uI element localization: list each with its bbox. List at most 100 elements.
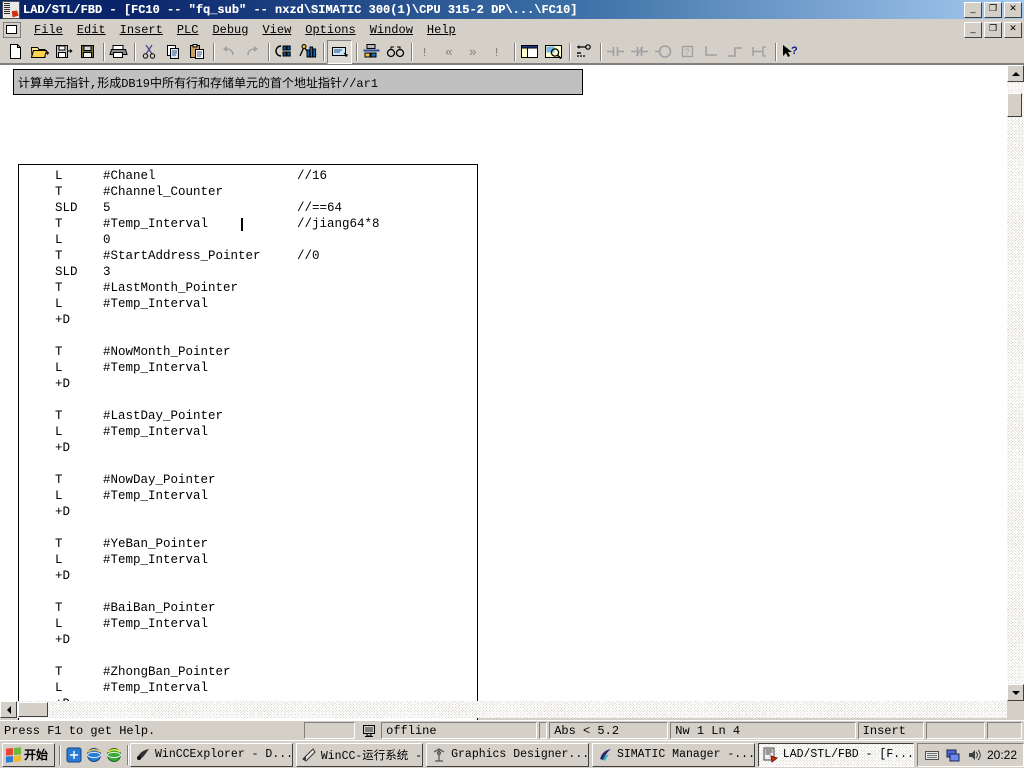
code-line[interactable]	[19, 520, 477, 536]
menu-file[interactable]: File	[27, 21, 70, 39]
code-line[interactable]: L#Temp_Interval	[19, 552, 477, 568]
menu-insert[interactable]: Insert	[113, 21, 170, 39]
document-restore-button[interactable]: ❐	[984, 22, 1002, 38]
document-minimize-button[interactable]: _	[964, 22, 982, 38]
show-desktop-icon[interactable]	[65, 746, 83, 764]
code-line[interactable]: T#ZhongBan_Pointer	[19, 664, 477, 680]
help-pointer-icon[interactable]: ?	[779, 41, 802, 63]
code-line[interactable]	[19, 456, 477, 472]
minimize-button[interactable]: _	[964, 2, 982, 18]
scroll-up-button[interactable]	[1007, 65, 1024, 82]
code-line[interactable]: L#Temp_Interval	[19, 296, 477, 312]
save-as-icon[interactable]	[52, 41, 75, 63]
branch-open-icon[interactable]	[700, 41, 723, 63]
code-line[interactable]: T#BaiBan_Pointer	[19, 600, 477, 616]
monitor-icon[interactable]	[296, 41, 319, 63]
network-icon[interactable]	[945, 747, 961, 763]
download-plc-icon[interactable]	[272, 41, 295, 63]
code-line[interactable]: L#Temp_Interval	[19, 360, 477, 376]
vertical-scroll-track[interactable]	[1007, 82, 1024, 684]
code-line[interactable]: +D	[19, 312, 477, 328]
code-line[interactable]: +D	[19, 568, 477, 584]
code-line[interactable]: +D	[19, 376, 477, 392]
code-line[interactable]: T#NowMonth_Pointer	[19, 344, 477, 360]
menu-view[interactable]: View	[255, 21, 298, 39]
document-close-button[interactable]: ✕	[1004, 22, 1022, 38]
code-line[interactable]: T#Temp_Interval//jiang64*8	[19, 216, 477, 232]
empty-box-icon[interactable]: ?	[676, 41, 699, 63]
output-coil-icon[interactable]	[652, 41, 675, 63]
code-line[interactable]: +D	[19, 504, 477, 520]
branch-close-icon[interactable]	[724, 41, 747, 63]
network-last-icon[interactable]: !	[487, 41, 510, 63]
internet-explorer-icon[interactable]	[85, 746, 103, 764]
code-line[interactable]	[19, 648, 477, 664]
taskbar-item-wincc-explorer[interactable]: WinCCExplorer - D...	[130, 743, 293, 767]
code-line[interactable]: T#StartAddress_Pointer//0	[19, 248, 477, 264]
code-line[interactable]: SLD5//==64	[19, 200, 477, 216]
network-first-icon[interactable]: !	[415, 41, 438, 63]
code-line[interactable]: L#Temp_Interval	[19, 424, 477, 440]
redo-icon[interactable]	[241, 41, 264, 63]
scroll-left-button[interactable]	[0, 701, 17, 718]
menu-help[interactable]: Help	[420, 21, 463, 39]
zoom-detail-icon[interactable]	[542, 41, 565, 63]
menu-debug[interactable]: Debug	[205, 21, 255, 39]
code-line[interactable]	[19, 328, 477, 344]
code-line[interactable]	[19, 584, 477, 600]
code-line[interactable]: +D	[19, 632, 477, 648]
keyboard-layout-icon[interactable]	[924, 747, 940, 763]
new-network-icon[interactable]	[573, 41, 596, 63]
cut-icon[interactable]	[138, 41, 161, 63]
code-line[interactable]: T#YeBan_Pointer	[19, 536, 477, 552]
normally-open-contact-icon[interactable]	[604, 41, 627, 63]
restore-button[interactable]: ❐	[984, 2, 1002, 18]
horizontal-scrollbar[interactable]	[0, 701, 1007, 718]
start-button[interactable]: 开始	[2, 743, 55, 767]
code-line[interactable]: T#LastMonth_Pointer	[19, 280, 477, 296]
network-comment-field[interactable]: 计算单元指针,形成DB19中所有行和存储单元的首个地址指针//ar1	[13, 69, 583, 95]
code-line[interactable]: L#Chanel//16	[19, 168, 477, 184]
vertical-scroll-thumb[interactable]	[1007, 93, 1022, 117]
menu-options[interactable]: Options	[298, 21, 362, 39]
code-line[interactable]: L#Temp_Interval	[19, 616, 477, 632]
network-prev-icon[interactable]: «	[439, 41, 462, 63]
network-next-icon[interactable]: »	[463, 41, 486, 63]
code-line[interactable]: T#Channel_Counter	[19, 184, 477, 200]
volume-icon[interactable]	[966, 747, 982, 763]
code-line[interactable]: L0	[19, 232, 477, 248]
menu-edit[interactable]: Edit	[70, 21, 113, 39]
symbol-table-icon[interactable]	[360, 41, 383, 63]
code-line[interactable]: +D	[19, 440, 477, 456]
binocular-icon[interactable]	[384, 41, 407, 63]
code-line[interactable]	[19, 392, 477, 408]
code-line[interactable]: L#Temp_Interval	[19, 488, 477, 504]
code-line[interactable]: L#Temp_Interval	[19, 680, 477, 696]
save-icon[interactable]	[76, 41, 99, 63]
code-line[interactable]: SLD3	[19, 264, 477, 280]
overview-icon[interactable]	[518, 41, 541, 63]
menu-window[interactable]: Window	[363, 21, 420, 39]
paste-icon[interactable]	[186, 41, 209, 63]
open-icon[interactable]	[28, 41, 51, 63]
taskbar-item-lad-stl-fbd[interactable]: LAD/STL/FBD - [F...	[758, 743, 914, 767]
print-icon[interactable]	[107, 41, 130, 63]
document-system-menu-icon[interactable]	[3, 22, 21, 38]
menu-plc[interactable]: PLC	[170, 21, 206, 39]
copy-icon[interactable]	[162, 41, 185, 63]
new-icon[interactable]	[4, 41, 27, 63]
display-with-icon[interactable]	[327, 40, 352, 64]
scroll-down-button[interactable]	[1007, 684, 1024, 701]
code-line[interactable]: T#NowDay_Pointer	[19, 472, 477, 488]
code-line[interactable]: T#LastDay_Pointer	[19, 408, 477, 424]
stl-code-editor[interactable]: L#Chanel//16T#Channel_CounterSLD5//==64T…	[18, 164, 478, 760]
taskbar-item-graphics-designer[interactable]: Graphics Designer...	[426, 743, 589, 767]
taskbar-item-wincc-runtime[interactable]: WinCC-运行系统 -	[296, 743, 423, 767]
close-button[interactable]: ✕	[1004, 2, 1022, 18]
horizontal-scroll-thumb[interactable]	[18, 702, 48, 717]
normally-closed-contact-icon[interactable]	[628, 41, 651, 63]
taskbar-item-simatic-manager[interactable]: SIMATIC Manager -...	[592, 743, 755, 767]
internet-explorer-2-icon[interactable]	[105, 746, 123, 764]
branch-connect-icon[interactable]	[748, 41, 771, 63]
vertical-scrollbar[interactable]	[1007, 65, 1024, 701]
